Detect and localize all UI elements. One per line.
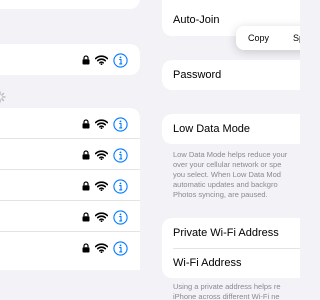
info-icon[interactable]	[113, 178, 128, 194]
wifi-signal-icon	[95, 181, 108, 191]
network-row-icons	[82, 209, 128, 225]
row-divider	[173, 248, 300, 249]
wifi-signal-icon	[95, 55, 108, 65]
network-row-icons	[82, 240, 128, 256]
other-networks-group	[0, 108, 140, 270]
network-row[interactable]	[0, 44, 140, 75]
wifi-signal-icon	[95, 119, 108, 129]
share-button[interactable]: Sp	[281, 26, 300, 50]
password-label: Password	[173, 69, 222, 81]
network-row[interactable]	[0, 201, 140, 232]
low-data-mode-label: Low Data Mode	[173, 123, 251, 135]
wifi-signal-icon	[95, 150, 108, 160]
wifi-signal-icon	[95, 212, 108, 222]
private-address-footnote: Using a private address helps re iPhone …	[173, 282, 281, 300]
lock-icon	[82, 55, 90, 65]
wifi-signal-icon	[95, 243, 108, 253]
info-icon[interactable]	[113, 116, 128, 132]
info-icon[interactable]	[113, 52, 128, 68]
network-row[interactable]	[0, 139, 140, 170]
low-data-mode-footnote: Low Data Mode helps reduce your over you…	[173, 150, 288, 199]
lock-icon	[82, 181, 90, 191]
network-row[interactable]	[0, 170, 140, 201]
address-group: Private Wi-Fi Address Wi-Fi Address	[162, 218, 300, 278]
network-row[interactable]	[0, 108, 140, 139]
copy-button[interactable]: Copy	[236, 26, 281, 50]
password-row[interactable]: Password	[162, 60, 300, 90]
lock-icon	[82, 212, 90, 222]
info-icon[interactable]	[113, 147, 128, 163]
copy-share-popover: Copy Sp	[236, 26, 300, 50]
info-icon[interactable]	[113, 209, 128, 225]
wifi-settings-screen: Auto-Join Password Low Data Mode Low Dat…	[0, 0, 300, 300]
known-networks-group	[0, 44, 140, 75]
low-data-mode-row[interactable]: Low Data Mode	[162, 114, 300, 144]
auto-join-label: Auto-Join	[173, 14, 220, 26]
wifi-address-label[interactable]: Wi-Fi Address	[173, 257, 241, 269]
lock-icon	[82, 150, 90, 160]
lock-icon	[82, 119, 90, 129]
loading-spinner-icon	[0, 91, 6, 103]
network-row-icons	[82, 52, 128, 68]
network-row[interactable]	[0, 232, 140, 263]
lock-icon	[82, 243, 90, 253]
network-row-icons	[82, 178, 128, 194]
network-row-icons	[82, 147, 128, 163]
current-network-group	[0, 0, 140, 9]
private-wifi-address-label[interactable]: Private Wi-Fi Address	[173, 227, 279, 239]
network-list-pane	[0, 0, 140, 300]
info-icon[interactable]	[113, 240, 128, 256]
network-row-icons	[82, 116, 128, 132]
